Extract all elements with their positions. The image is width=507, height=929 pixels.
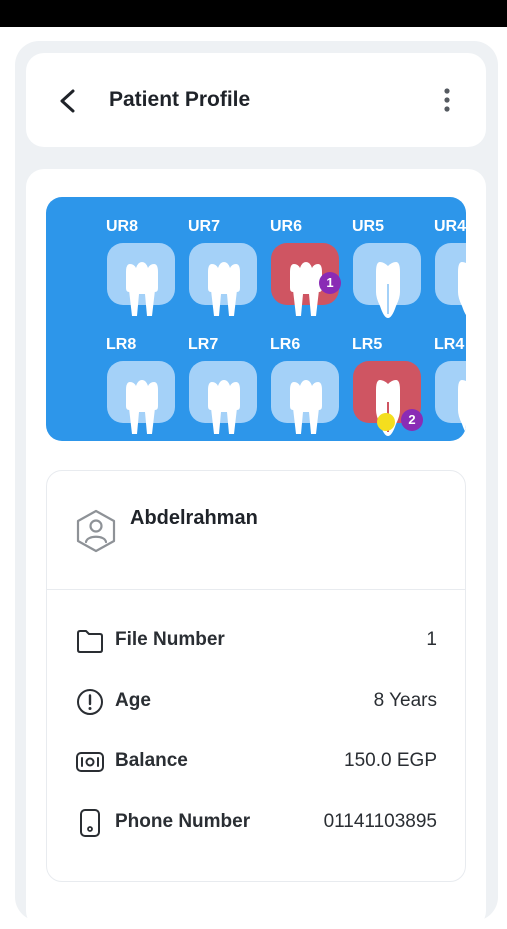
tooth-code-label: UR5: [352, 218, 385, 235]
tooth-ur7[interactable]: UR7: [188, 218, 264, 318]
back-button[interactable]: [56, 86, 82, 116]
more-vertical-icon: [444, 88, 450, 112]
tooth-background: [435, 243, 466, 315]
phone-label: Phone Number: [115, 811, 251, 832]
tooth-code-label: UR7: [188, 218, 221, 235]
tooth-background: [189, 243, 257, 316]
tooth-ur6[interactable]: UR6 1: [270, 218, 346, 318]
tooth-ur5[interactable]: UR5: [352, 218, 428, 318]
age-label: Age: [115, 690, 151, 711]
tooth-background: [435, 361, 466, 433]
tooth-background: [107, 243, 175, 316]
app-header: Patient Profile: [26, 53, 486, 147]
alert-circle-icon: [77, 689, 103, 715]
page-title: Patient Profile: [109, 88, 251, 111]
tooth-code-label: LR7: [188, 336, 219, 353]
phone-icon: [80, 809, 100, 837]
molar-tooth-icon: [208, 380, 240, 434]
card-divider: [47, 589, 465, 590]
tooth-code-label: UR6: [270, 218, 303, 235]
tooth-lr5[interactable]: LR5 2: [352, 336, 428, 436]
file-number-row: File Number 1: [47, 620, 465, 660]
molar-tooth-icon: [126, 380, 158, 434]
tooth-code-label: LR8: [106, 336, 137, 353]
molar-tooth-icon: [290, 380, 322, 434]
tooth-code-label: LR6: [270, 336, 301, 353]
tooth-icon: [458, 380, 466, 433]
phone-row: Phone Number 01141103895: [47, 802, 465, 842]
tooth-icon: [458, 262, 466, 315]
tooth-lr6[interactable]: LR6: [270, 336, 346, 436]
tooth-background: [189, 361, 257, 434]
tooth-background: [353, 243, 421, 318]
phone-value: 01141103895: [323, 811, 437, 832]
tooth-code-label: UR8: [106, 218, 139, 235]
tooth-treatment-badge: 2: [401, 409, 423, 431]
tooth-code-label: UR4: [434, 218, 466, 235]
tooth-background: [271, 361, 339, 434]
file-number-label: File Number: [115, 629, 225, 650]
patient-name: Abdelrahman: [130, 507, 258, 529]
tooth-lr8[interactable]: LR8: [106, 336, 182, 436]
more-options-button[interactable]: [436, 86, 458, 116]
tooth-icon: [376, 262, 400, 318]
patient-info-card: Abdelrahman File Number 1 Age 8 Years Ba…: [46, 470, 466, 882]
tooth-ur8[interactable]: UR8: [106, 218, 182, 318]
balance-value: 150.0 EGP: [344, 750, 437, 771]
tooth-lr7[interactable]: LR7: [188, 336, 264, 436]
tooth-ur4[interactable]: UR4: [434, 218, 466, 318]
user-hexagon-icon: [76, 509, 116, 553]
age-row: Age 8 Years: [47, 681, 465, 721]
file-number-value: 1: [426, 629, 437, 650]
tooth-lr4[interactable]: LR4: [434, 336, 466, 436]
balance-row: Balance 150.0 EGP: [47, 741, 465, 781]
dental-chart: UR8 UR7 UR6 1 UR5 UR4 LR8 LR7 LR6 LR5 2 LR4: [46, 197, 466, 441]
molar-tooth-icon: [208, 262, 240, 316]
age-value: 8 Years: [373, 690, 437, 711]
tooth-background: [107, 361, 175, 434]
folder-icon: [77, 630, 103, 653]
balance-label: Balance: [115, 750, 188, 771]
tooth-code-label: LR4: [434, 336, 465, 353]
back-arrow-icon: [60, 89, 75, 113]
money-icon: [76, 752, 104, 772]
molar-tooth-icon: [126, 262, 158, 316]
tooth-marker-dot: [377, 413, 395, 431]
tooth-code-label: LR5: [352, 336, 383, 353]
status-bar: [0, 0, 507, 27]
tooth-treatment-badge: 1: [319, 272, 341, 294]
